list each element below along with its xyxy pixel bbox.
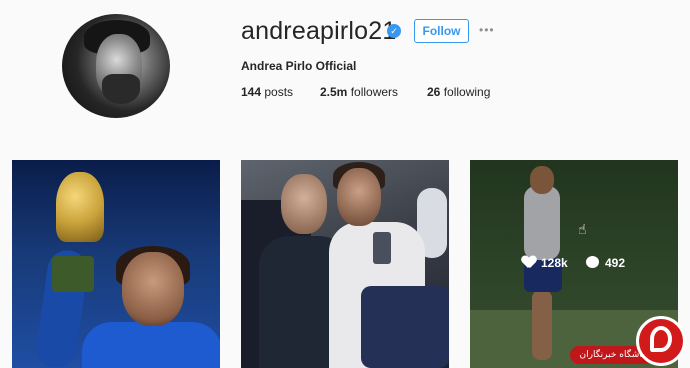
comments-count: 492 [605,256,626,270]
pirlo-legs [361,286,449,368]
comment-bubble-icon [586,256,599,268]
followers-label: followers [350,85,399,99]
stat-followers[interactable]: 2.5m followers [320,85,398,99]
watermark-mark-icon [650,326,672,352]
verified-badge-icon: ✓ [387,24,401,38]
stat-posts: 144 posts [241,85,293,99]
trophy-image [56,172,104,242]
stat-following[interactable]: 26 following [427,85,490,99]
watermark-logo: باشگاه خبرنگاران [570,316,688,366]
sleeping-man-head [281,174,327,234]
likes-stat: 128k [522,256,568,270]
following-count: 26 [427,85,441,99]
posts-count: 144 [241,85,262,99]
follow-button[interactable]: Follow [414,19,469,43]
profile-username: andreapirlo21 [241,17,397,45]
followers-count: 2.5m [320,85,348,99]
avatar-beard [102,74,140,104]
posts-label: posts [264,85,294,99]
following-label: following [443,85,491,99]
player-shirt [82,322,220,368]
profile-avatar[interactable] [62,14,170,118]
mouse-cursor-icon: ☝ [578,221,587,237]
pirlo-head [337,168,381,226]
comments-stat: 492 [586,256,625,270]
drink-can [373,232,391,264]
post-tile-1[interactable] [12,160,220,368]
likes-count: 128k [541,256,568,270]
heart-icon [522,256,536,268]
more-options-icon[interactable]: ••• [479,22,499,38]
post-tile-2[interactable] [241,160,449,368]
trophy-base [52,256,94,292]
profile-full-name: Andrea Pirlo Official [241,59,357,73]
player-face [122,252,184,326]
